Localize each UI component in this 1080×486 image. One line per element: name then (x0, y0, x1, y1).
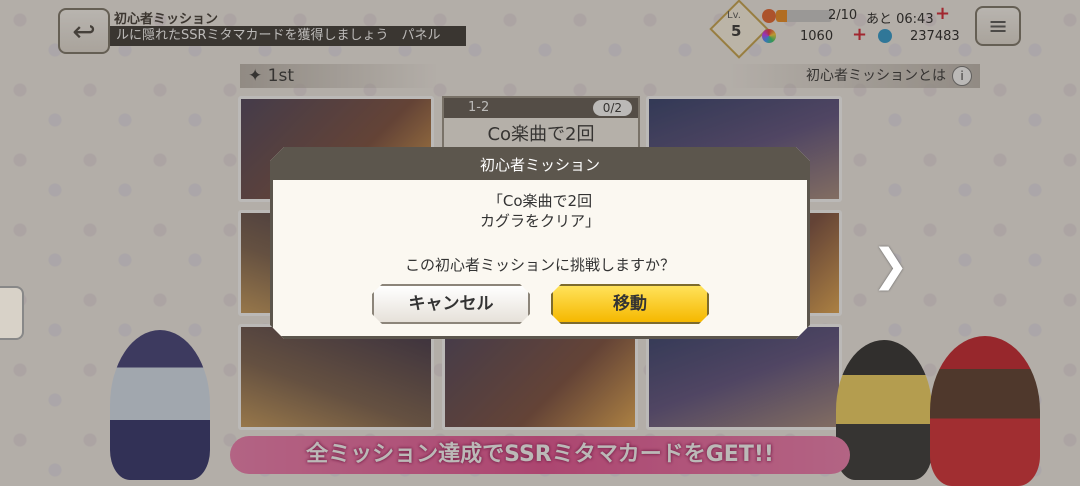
dialog-title: 初心者ミッション (273, 150, 807, 180)
dialog-message-line1: 「Co楽曲で2回 (487, 192, 593, 210)
confirm-dialog: 初心者ミッション 「Co楽曲で2回 カグラをクリア」 この初心者ミッションに挑戦… (270, 147, 810, 339)
next-page-arrow-icon[interactable]: ❯ (872, 240, 909, 291)
move-button[interactable]: 移動 (551, 284, 709, 324)
dialog-message-line2: カグラをクリア」 (479, 212, 600, 230)
side-tab-button[interactable] (0, 286, 24, 340)
cancel-button[interactable]: キャンセル (372, 284, 530, 324)
dialog-question: この初心者ミッションに挑戦しますか？ (404, 256, 675, 274)
